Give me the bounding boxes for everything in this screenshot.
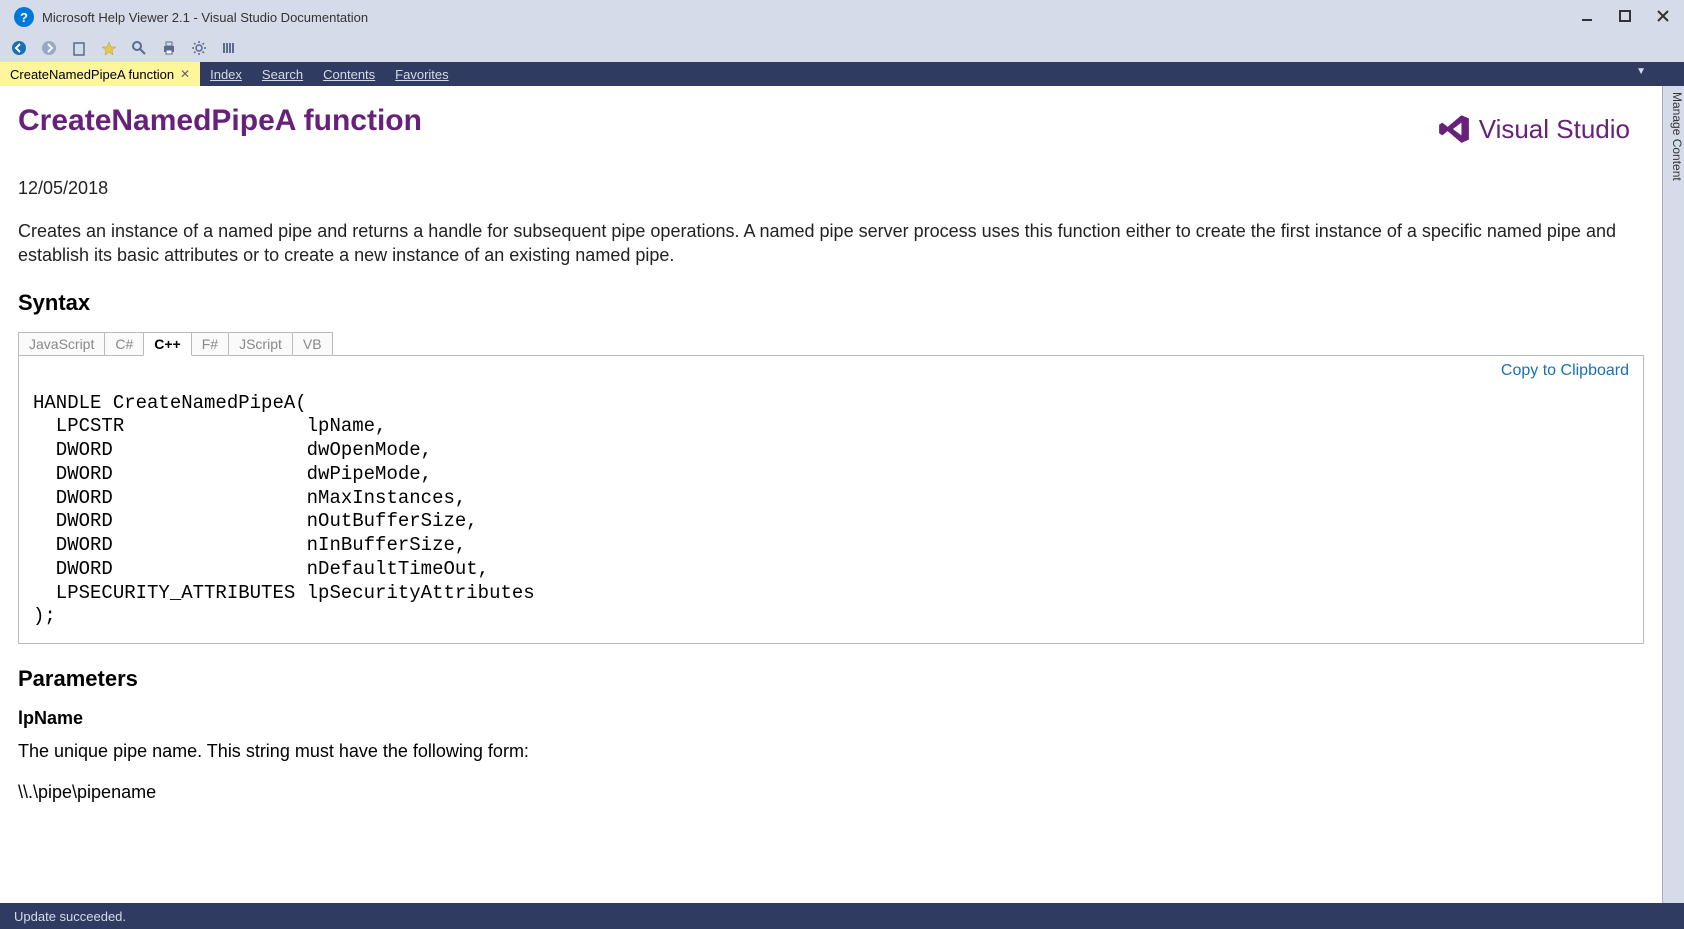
lang-tab-cpp[interactable]: C++: [143, 332, 191, 356]
app-icon: ?: [14, 7, 34, 27]
title-bar: ? Microsoft Help Viewer 2.1 - Visual Stu…: [0, 0, 1684, 34]
page-description: Creates an instance of a named pipe and …: [18, 219, 1644, 268]
tab-search[interactable]: Search: [252, 62, 313, 86]
maximize-button[interactable]: [1618, 9, 1632, 26]
param-lpname-desc: The unique pipe name. This string must h…: [18, 741, 1644, 762]
syntax-heading: Syntax: [18, 290, 1644, 316]
tab-active-label: CreateNamedPipeA function: [10, 67, 174, 82]
lang-tab-jscript[interactable]: JScript: [228, 332, 293, 356]
content-pane[interactable]: CreateNamedPipeA function Visual Studio …: [0, 86, 1662, 903]
parameters-heading: Parameters: [18, 666, 1644, 692]
tab-favorites[interactable]: Favorites: [385, 62, 458, 86]
print-button[interactable]: [160, 39, 178, 57]
lang-tab-fsharp[interactable]: F#: [191, 332, 229, 356]
lang-tab-javascript[interactable]: JavaScript: [18, 332, 105, 356]
library-button[interactable]: [220, 39, 238, 57]
tab-bar: CreateNamedPipeA function ✕ Index Search…: [0, 62, 1684, 86]
param-lpname-form: \\.\pipe\pipename: [18, 782, 1644, 803]
manage-content-rail[interactable]: Manage Content: [1662, 86, 1684, 903]
close-tab-icon[interactable]: ✕: [180, 67, 190, 81]
page-title: CreateNamedPipeA function: [18, 104, 1644, 138]
favorite-button[interactable]: [100, 39, 118, 57]
home-button[interactable]: [70, 39, 88, 57]
lang-tab-vb[interactable]: VB: [292, 332, 333, 356]
code-block: Copy to Clipboard HANDLE CreateNamedPipe…: [18, 355, 1644, 645]
tab-index[interactable]: Index: [200, 62, 252, 86]
status-bar: Update succeeded.: [0, 903, 1684, 929]
lang-tab-csharp[interactable]: C#: [104, 332, 144, 356]
param-lpname-heading: lpName: [18, 708, 1644, 729]
close-button[interactable]: [1656, 9, 1670, 26]
tab-contents[interactable]: Contents: [313, 62, 385, 86]
search-button[interactable]: [130, 39, 148, 57]
settings-button[interactable]: [190, 39, 208, 57]
minimize-button[interactable]: [1580, 9, 1594, 26]
window-title: Microsoft Help Viewer 2.1 - Visual Studi…: [42, 10, 368, 25]
toolbar: [0, 34, 1684, 62]
back-button[interactable]: [10, 39, 28, 57]
brand-text: Visual Studio: [1479, 114, 1630, 145]
tab-active[interactable]: CreateNamedPipeA function ✕: [0, 62, 200, 86]
visual-studio-icon: [1437, 112, 1471, 146]
code-content: HANDLE CreateNamedPipeA( LPCSTR lpName, …: [33, 392, 1629, 630]
status-text: Update succeeded.: [14, 909, 126, 924]
forward-button[interactable]: [40, 39, 58, 57]
window-controls: [1580, 9, 1678, 26]
page-date: 12/05/2018: [18, 178, 1644, 199]
tab-overflow-icon[interactable]: ▼: [1636, 66, 1646, 77]
brand-logo: Visual Studio: [1437, 112, 1630, 146]
copy-to-clipboard-link[interactable]: Copy to Clipboard: [1501, 362, 1629, 380]
content-wrap: CreateNamedPipeA function Visual Studio …: [0, 86, 1684, 903]
language-tabs: JavaScript C# C++ F# JScript VB: [18, 332, 1644, 356]
